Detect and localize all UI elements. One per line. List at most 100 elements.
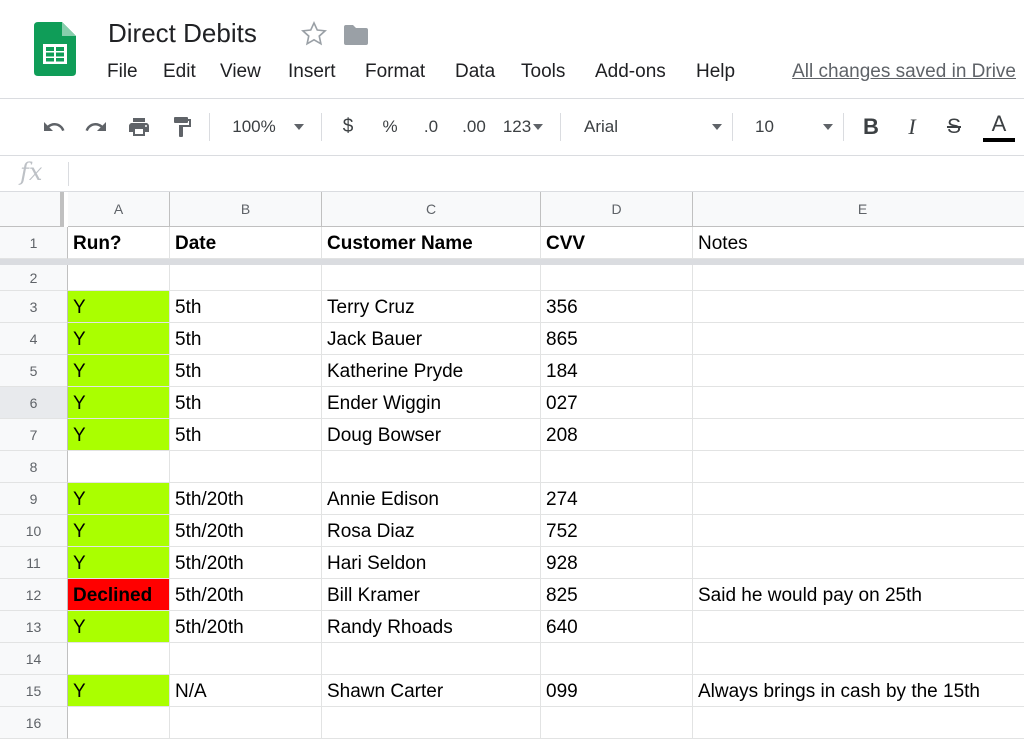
menu-tools[interactable]: Tools — [521, 61, 565, 83]
cell[interactable] — [322, 707, 541, 739]
row-header[interactable]: 13 — [0, 611, 68, 643]
cell[interactable]: 027 — [541, 387, 693, 419]
cell[interactable] — [170, 265, 322, 291]
cell[interactable] — [693, 355, 1024, 387]
cell[interactable]: Y — [68, 291, 170, 323]
cell[interactable]: 184 — [541, 355, 693, 387]
cell[interactable]: Ender Wiggin — [322, 387, 541, 419]
document-title[interactable]: Direct Debits — [108, 18, 257, 49]
cell[interactable]: 752 — [541, 515, 693, 547]
cell[interactable] — [693, 451, 1024, 483]
row-header[interactable]: 1 — [0, 227, 68, 259]
cell[interactable]: Doug Bowser — [322, 419, 541, 451]
cell[interactable]: Jack Bauer — [322, 323, 541, 355]
cell[interactable]: 5th — [170, 355, 322, 387]
paint-format-button[interactable] — [166, 99, 198, 155]
cell[interactable]: 5th — [170, 323, 322, 355]
cell[interactable]: Y — [68, 611, 170, 643]
row-header[interactable]: 3 — [0, 291, 68, 323]
cell[interactable]: 356 — [541, 291, 693, 323]
row-header[interactable]: 9 — [0, 483, 68, 515]
cell[interactable]: Y — [68, 387, 170, 419]
menu-help[interactable]: Help — [696, 61, 735, 83]
cell[interactable]: 5th — [170, 387, 322, 419]
column-header-a[interactable]: A — [68, 192, 170, 227]
sheets-logo-icon[interactable] — [34, 22, 76, 76]
menu-insert[interactable]: Insert — [288, 61, 336, 83]
cell[interactable]: 5th/20th — [170, 579, 322, 611]
row-header[interactable]: 12 — [0, 579, 68, 611]
cell[interactable] — [541, 707, 693, 739]
cell[interactable] — [693, 291, 1024, 323]
cell[interactable] — [170, 643, 322, 675]
formula-input[interactable] — [80, 156, 1024, 191]
menu-file[interactable]: File — [107, 61, 138, 83]
header-cell[interactable]: Customer Name — [322, 227, 541, 259]
cell[interactable] — [322, 643, 541, 675]
column-header-c[interactable]: C — [322, 192, 541, 227]
select-all-corner[interactable] — [0, 192, 64, 227]
cell[interactable]: Y — [68, 355, 170, 387]
row-header[interactable]: 11 — [0, 547, 68, 579]
cell[interactable] — [693, 323, 1024, 355]
cell[interactable]: Shawn Carter — [322, 675, 541, 707]
cell[interactable]: Declined — [68, 579, 170, 611]
cell[interactable] — [170, 451, 322, 483]
cell[interactable] — [541, 643, 693, 675]
bold-button[interactable]: B — [856, 99, 886, 155]
cell[interactable]: 5th/20th — [170, 547, 322, 579]
row-header[interactable]: 7 — [0, 419, 68, 451]
cell[interactable]: Always brings in cash by the 15th — [693, 675, 1024, 707]
font-size-select[interactable]: 10 — [745, 99, 833, 155]
cell[interactable]: Hari Seldon — [322, 547, 541, 579]
cell[interactable]: 5th/20th — [170, 515, 322, 547]
cell[interactable] — [68, 707, 170, 739]
cell[interactable] — [693, 611, 1024, 643]
text-color-button[interactable]: A — [982, 99, 1016, 155]
menu-data[interactable]: Data — [455, 61, 495, 83]
menu-edit[interactable]: Edit — [163, 61, 196, 83]
cell[interactable]: Randy Rhoads — [322, 611, 541, 643]
cell[interactable]: 099 — [541, 675, 693, 707]
column-header-e[interactable]: E — [693, 192, 1024, 227]
cell[interactable] — [693, 515, 1024, 547]
save-status-link[interactable]: All changes saved in Drive — [792, 61, 1016, 83]
cell[interactable] — [693, 483, 1024, 515]
row-header[interactable]: 16 — [0, 707, 68, 739]
cell[interactable]: 5th/20th — [170, 483, 322, 515]
menu-addons[interactable]: Add-ons — [595, 61, 666, 83]
font-family-select[interactable]: Arial — [574, 99, 722, 155]
cell[interactable] — [322, 451, 541, 483]
cell[interactable]: Katherine Pryde — [322, 355, 541, 387]
cell[interactable]: Y — [68, 483, 170, 515]
cell[interactable]: Y — [68, 547, 170, 579]
cell[interactable] — [170, 707, 322, 739]
cell[interactable]: N/A — [170, 675, 322, 707]
column-header-d[interactable]: D — [541, 192, 693, 227]
cell[interactable] — [541, 265, 693, 291]
menu-format[interactable]: Format — [365, 61, 425, 83]
italic-button[interactable]: I — [897, 99, 927, 155]
cell[interactable] — [68, 265, 170, 291]
redo-button[interactable] — [80, 99, 112, 155]
cell[interactable]: 5th — [170, 419, 322, 451]
row-header[interactable]: 8 — [0, 451, 68, 483]
menu-view[interactable]: View — [220, 61, 261, 83]
cell[interactable] — [693, 387, 1024, 419]
row-header[interactable]: 14 — [0, 643, 68, 675]
cell[interactable]: 208 — [541, 419, 693, 451]
row-header[interactable]: 15 — [0, 675, 68, 707]
cell[interactable]: 825 — [541, 579, 693, 611]
cell[interactable]: 640 — [541, 611, 693, 643]
undo-button[interactable] — [38, 99, 70, 155]
cell[interactable] — [693, 707, 1024, 739]
cell[interactable]: Y — [68, 675, 170, 707]
column-header-b[interactable]: B — [170, 192, 322, 227]
increase-decimal-button[interactable]: .00 — [455, 99, 493, 155]
cell[interactable]: 865 — [541, 323, 693, 355]
row-header[interactable]: 5 — [0, 355, 68, 387]
cell[interactable] — [693, 547, 1024, 579]
folder-icon[interactable] — [343, 24, 369, 46]
cell[interactable]: 928 — [541, 547, 693, 579]
cell[interactable]: Y — [68, 515, 170, 547]
